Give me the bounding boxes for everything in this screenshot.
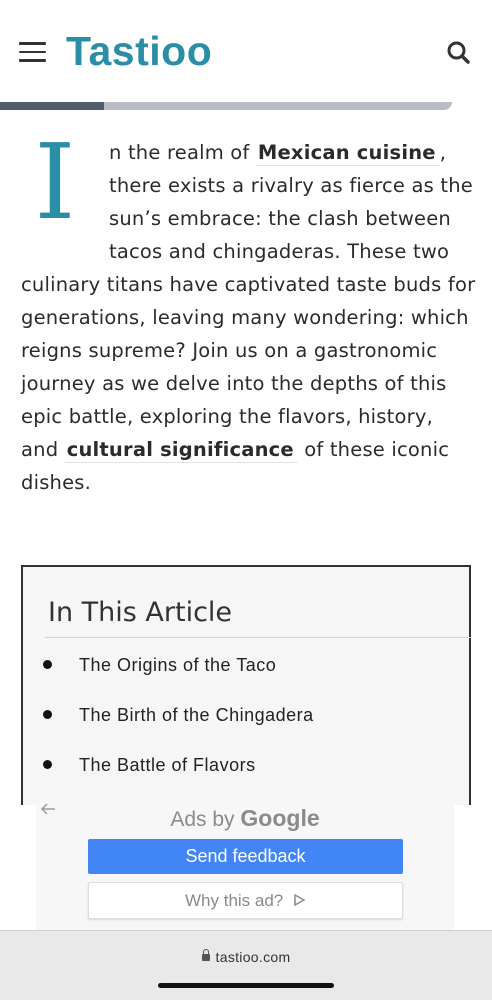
toc-divider — [45, 637, 471, 638]
home-indicator[interactable] — [158, 983, 334, 988]
drop-cap: I — [34, 121, 76, 243]
table-of-contents: In This Article The Origins of the Taco … — [21, 565, 471, 805]
why-this-ad-button[interactable]: Why this ad? — [88, 882, 403, 919]
reading-progress-fill — [0, 102, 104, 110]
site-header: Tastioo — [0, 0, 492, 102]
ads-by-google-label: Ads by Google — [36, 805, 454, 832]
hamburger-menu-icon[interactable] — [19, 40, 47, 64]
search-icon[interactable] — [446, 40, 472, 66]
ads-by-text: Ads by — [170, 808, 235, 831]
why-this-ad-label: Why this ad? — [185, 891, 284, 910]
browser-address-bar: tastioo.com — [0, 930, 492, 1000]
reading-progress-bar — [0, 102, 452, 110]
toc-item-battle-of-flavors[interactable]: The Battle of Flavors — [79, 755, 256, 776]
url-text: tastioo.com — [215, 949, 291, 965]
adchoices-icon — [294, 893, 306, 907]
toc-bullet — [43, 710, 52, 719]
google-ad-panel: Ads by Google Send feedback Why this ad? — [36, 800, 454, 930]
article-intro: In the realm of Mexican cuisine, there e… — [21, 130, 476, 499]
keyword-link-cultural-significance[interactable]: cultural significance — [64, 438, 298, 463]
toc-item-birth-of-chingadera[interactable]: The Birth of the Chingadera — [79, 705, 314, 726]
site-logo[interactable]: Tastioo — [66, 28, 212, 75]
keyword-link-mexican-cuisine[interactable]: Mexican cuisine — [255, 141, 440, 166]
google-wordmark: Google — [240, 805, 320, 831]
intro-text-start: n the realm of — [109, 141, 256, 164]
toc-title: In This Article — [48, 597, 233, 628]
send-feedback-button[interactable]: Send feedback — [88, 839, 403, 874]
url-display[interactable]: tastioo.com — [0, 949, 492, 965]
lock-icon — [201, 949, 210, 961]
toc-bullet — [43, 660, 52, 669]
toc-bullet — [43, 760, 52, 769]
toc-item-origins-of-taco[interactable]: The Origins of the Taco — [79, 655, 276, 676]
